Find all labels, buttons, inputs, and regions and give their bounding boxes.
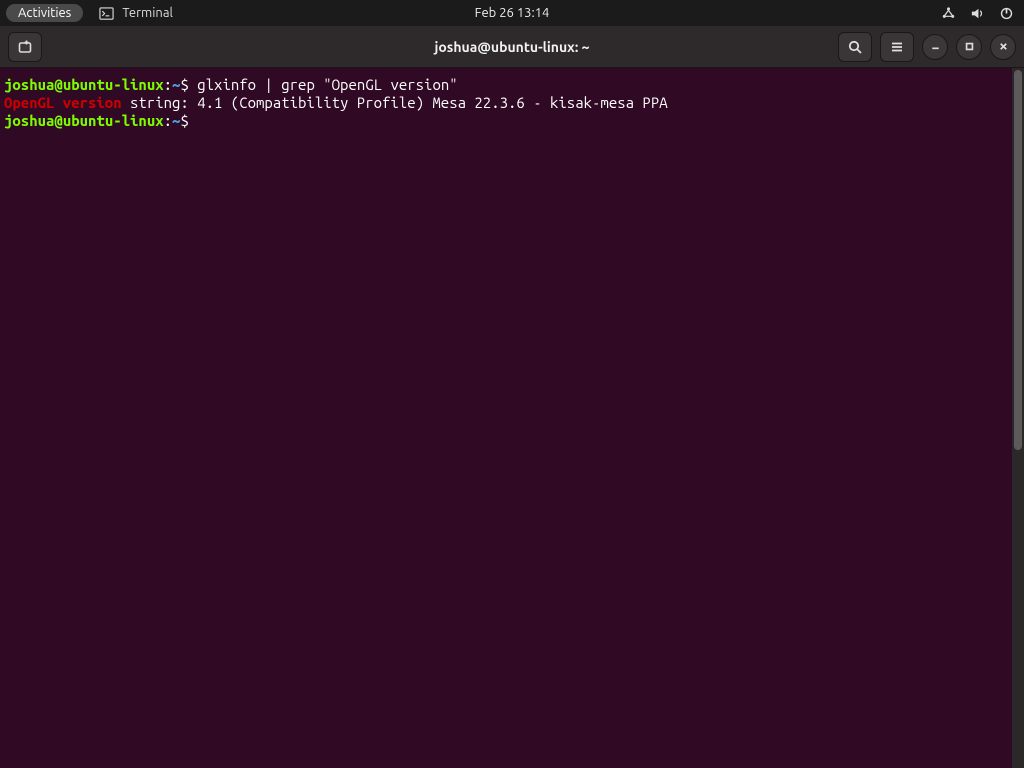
volume-icon[interactable] <box>970 6 985 21</box>
prompt-at: @ <box>54 112 62 129</box>
search-icon <box>847 39 863 55</box>
window-close-button[interactable] <box>990 34 1016 60</box>
output-line-2: string: 4.1 (Compatibility Profile) Mesa… <box>122 94 668 111</box>
prompt-symbol: $ <box>180 76 188 93</box>
scrollbar-thumb[interactable] <box>1014 70 1022 450</box>
minimize-icon <box>930 41 941 52</box>
network-icon[interactable] <box>941 6 956 21</box>
power-icon[interactable] <box>999 6 1014 21</box>
search-button[interactable] <box>838 32 872 62</box>
window-maximize-button[interactable] <box>956 34 982 60</box>
prompt-colon: : <box>164 76 172 93</box>
terminal-scrollbar[interactable] <box>1012 68 1024 768</box>
terminal-area: joshua@ubuntu-linux:~$ glxinfo | grep "O… <box>0 68 1024 768</box>
prompt-at: @ <box>54 76 62 93</box>
window-title: joshua@ubuntu-linux: ~ <box>434 39 589 55</box>
panel-app-terminal[interactable]: Terminal <box>99 6 173 21</box>
panel-system-tray <box>941 6 1018 21</box>
new-tab-icon <box>17 39 33 55</box>
prompt-colon: : <box>164 112 172 129</box>
prompt-host: ubuntu-linux <box>63 112 164 129</box>
prompt-host: ubuntu-linux <box>63 76 164 93</box>
prompt-user: joshua <box>4 76 54 93</box>
hamburger-icon <box>889 39 905 55</box>
gnome-top-panel: Activities Terminal Feb 26 13:14 <box>0 0 1024 26</box>
prompt-user: joshua <box>4 112 54 129</box>
command-line-1: glxinfo | grep "OpenGL version" <box>189 76 458 93</box>
grep-match: OpenGL version <box>4 94 122 111</box>
menu-button[interactable] <box>880 32 914 62</box>
prompt-symbol: $ <box>180 112 188 129</box>
panel-app-label: Terminal <box>122 6 173 20</box>
terminal-output[interactable]: joshua@ubuntu-linux:~$ glxinfo | grep "O… <box>0 68 1012 768</box>
panel-clock[interactable]: Feb 26 13:14 <box>475 6 550 20</box>
window-minimize-button[interactable] <box>922 34 948 60</box>
activities-button[interactable]: Activities <box>6 4 83 22</box>
terminal-icon <box>99 6 114 21</box>
maximize-icon <box>964 41 975 52</box>
window-titlebar: joshua@ubuntu-linux: ~ <box>0 26 1024 68</box>
new-tab-button[interactable] <box>8 32 42 62</box>
close-icon <box>998 41 1009 52</box>
